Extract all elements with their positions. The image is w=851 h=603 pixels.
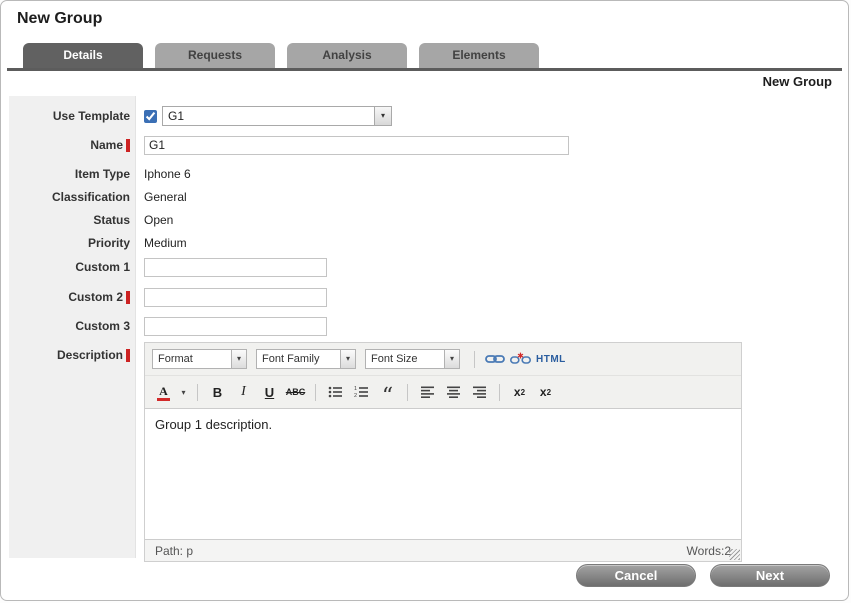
description-editor: Format ▾ Font Family ▾ Font Size ▾ [144, 342, 742, 562]
name-row: Name [9, 134, 844, 156]
custom2-row: Custom 2 [9, 286, 844, 308]
custom3-row: Custom 3 [9, 315, 844, 337]
required-marker [126, 139, 130, 152]
svg-text:1: 1 [354, 386, 357, 392]
classification-value: General [144, 190, 187, 204]
item-type-label: Item Type [9, 167, 135, 181]
status-value: Open [144, 213, 173, 227]
template-select[interactable]: G1 ▾ [162, 106, 392, 126]
italic-button[interactable]: I [232, 381, 255, 403]
name-input[interactable] [144, 136, 569, 155]
font-family-select[interactable]: Font Family ▾ [256, 349, 356, 369]
html-source-button[interactable]: HTML [535, 348, 567, 370]
underline-button[interactable]: U [258, 381, 281, 403]
editor-word-count: Words:2 [687, 544, 731, 558]
item-type-row: Item Type Iphone 6 [9, 162, 844, 185]
chevron-down-icon: ▾ [340, 350, 355, 368]
superscript-button[interactable]: x2 [534, 381, 557, 403]
bullet-list-icon[interactable] [324, 381, 347, 403]
toolbar-separator [474, 351, 475, 368]
toolbar-separator [407, 384, 408, 401]
custom1-input[interactable] [144, 258, 327, 277]
svg-text:2: 2 [354, 393, 357, 399]
tab-details[interactable]: Details [23, 43, 143, 68]
custom3-label: Custom 3 [9, 319, 135, 333]
font-color-swatch [157, 398, 170, 401]
resize-handle-icon[interactable] [729, 549, 740, 560]
chevron-down-icon: ▾ [374, 107, 391, 125]
chevron-down-icon: ▾ [444, 350, 459, 368]
numbered-list-icon[interactable]: 12 [350, 381, 373, 403]
priority-value: Medium [144, 236, 187, 250]
align-left-icon[interactable] [416, 381, 439, 403]
editor-content-area[interactable]: Group 1 description. [145, 409, 741, 539]
description-label: Description [9, 342, 135, 362]
insert-link-icon[interactable] [483, 348, 506, 370]
toolbar-separator [315, 384, 316, 401]
custom2-label: Custom 2 [9, 290, 135, 304]
name-label: Name [9, 138, 135, 152]
use-template-checkbox[interactable] [144, 110, 157, 123]
font-color-dropdown-icon[interactable]: ▾ [178, 381, 189, 403]
editor-path: Path: p [155, 544, 193, 558]
new-group-window: New Group Details Requests Analysis Elem… [0, 0, 849, 601]
description-text: Group 1 description. [155, 417, 731, 432]
toolbar-separator [499, 384, 500, 401]
custom2-input[interactable] [144, 288, 327, 307]
font-size-select[interactable]: Font Size ▾ [365, 349, 460, 369]
editor-toolbar: Format ▾ Font Family ▾ Font Size ▾ [145, 343, 741, 409]
subscript-button[interactable]: x2 [508, 381, 531, 403]
svg-text:✱: ✱ [517, 352, 524, 361]
priority-row: Priority Medium [9, 231, 844, 254]
tab-analysis[interactable]: Analysis [287, 43, 407, 68]
item-type-value: Iphone 6 [144, 167, 191, 181]
status-label: Status [9, 213, 135, 227]
description-row: Description Format ▾ Font Family ▾ [9, 342, 844, 562]
section-title: New Group [763, 74, 832, 89]
next-button[interactable]: Next [710, 564, 830, 587]
required-marker [126, 291, 130, 304]
font-color-button[interactable]: A [152, 381, 175, 403]
classification-row: Classification General [9, 185, 844, 208]
chevron-down-icon: ▾ [231, 350, 246, 368]
details-form: Use Template G1 ▾ Name Item Type Iphone … [9, 96, 844, 558]
tab-requests[interactable]: Requests [155, 43, 275, 68]
tab-bar: Details Requests Analysis Elements [23, 43, 539, 68]
align-center-icon[interactable] [442, 381, 465, 403]
use-template-row: Use Template G1 ▾ [9, 104, 844, 128]
template-selected-value: G1 [163, 109, 184, 123]
page-title: New Group [17, 10, 102, 27]
action-buttons: Cancel Next [576, 564, 830, 587]
tab-elements[interactable]: Elements [419, 43, 539, 68]
format-select[interactable]: Format ▾ [152, 349, 247, 369]
title-bar: New Group [1, 1, 848, 37]
blockquote-button[interactable]: “ [376, 381, 399, 403]
editor-statusbar: Path: p Words:2 [145, 539, 741, 561]
custom3-input[interactable] [144, 317, 327, 336]
classification-label: Classification [9, 190, 135, 204]
use-template-label: Use Template [9, 109, 135, 123]
align-right-icon[interactable] [468, 381, 491, 403]
bold-button[interactable]: B [206, 381, 229, 403]
toolbar-separator [197, 384, 198, 401]
custom1-label: Custom 1 [9, 260, 135, 274]
remove-link-icon[interactable]: ✱ [509, 348, 532, 370]
priority-label: Priority [9, 236, 135, 250]
strikethrough-button[interactable]: ABC [284, 381, 307, 403]
custom1-row: Custom 1 [9, 256, 844, 278]
tab-divider [7, 68, 842, 71]
cancel-button[interactable]: Cancel [576, 564, 696, 587]
required-marker [126, 349, 130, 362]
status-row: Status Open [9, 208, 844, 231]
